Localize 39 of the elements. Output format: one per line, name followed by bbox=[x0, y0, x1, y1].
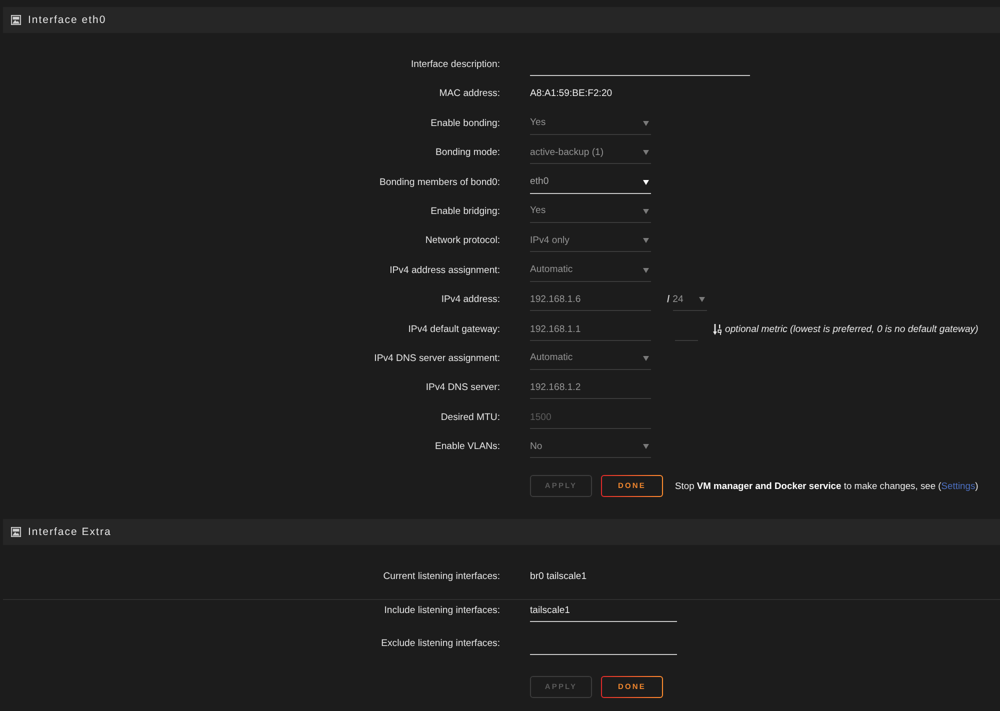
image-icon bbox=[11, 527, 21, 538]
field-label: Bonding members of bond0: bbox=[378, 176, 500, 190]
field-label: Enable bonding: bbox=[430, 116, 500, 131]
field-label: MAC address: bbox=[438, 87, 500, 102]
settings-link[interactable]: Settings bbox=[941, 480, 976, 492]
field-label: Enable bridging: bbox=[430, 204, 500, 219]
field-label: Network protocol: bbox=[424, 234, 500, 248]
hint-text: optional metric (lowest is preferred, 0 is no default gateway) bbox=[725, 322, 978, 337]
value-text: A8:A1:59:BE:F2:20 bbox=[530, 87, 612, 102]
caret-down-icon bbox=[643, 268, 649, 273]
caret-down-icon bbox=[643, 444, 649, 450]
select-field[interactable]: eth0 bbox=[530, 172, 651, 194]
field-label: Enable VLANs: bbox=[434, 440, 500, 454]
field-label: Bonding mode: bbox=[434, 146, 500, 160]
field-label: Exclude listening interfaces: bbox=[380, 637, 500, 652]
caret-down-icon bbox=[643, 150, 649, 156]
field-label: IPv4 DNS server: bbox=[424, 381, 500, 396]
field-label: Desired MTU: bbox=[440, 410, 500, 425]
caret-down-icon bbox=[643, 180, 649, 185]
caret-down-icon bbox=[698, 297, 705, 302]
field-label: IPv4 address: bbox=[440, 293, 500, 308]
value-text: br0 tailscale1 bbox=[530, 570, 587, 584]
field-label: IPv4 DNS server assignment: bbox=[373, 352, 500, 366]
field-label: IPv4 default gateway: bbox=[407, 322, 500, 337]
caret-down-icon bbox=[643, 238, 649, 244]
sort-icon bbox=[713, 324, 722, 336]
caret-down-icon bbox=[643, 356, 649, 361]
section-title: Interface eth0 bbox=[28, 14, 106, 26]
image-icon bbox=[11, 15, 21, 25]
field-label: IPv4 address assignment: bbox=[388, 264, 500, 278]
section-title: Interface Extra bbox=[28, 526, 112, 538]
field-label: Interface description: bbox=[410, 58, 500, 72]
caret-down-icon bbox=[643, 208, 649, 214]
caret-down-icon bbox=[643, 120, 649, 126]
field-label: Include listening interfaces: bbox=[383, 604, 500, 618]
input-field[interactable]: tailscale1 bbox=[530, 600, 677, 622]
instruction-text: Stop VM manager and Docker service to make changes, see (Settings) bbox=[675, 479, 978, 494]
field-label: Current listening interfaces: bbox=[382, 570, 500, 584]
slash-text: / bbox=[667, 293, 670, 308]
